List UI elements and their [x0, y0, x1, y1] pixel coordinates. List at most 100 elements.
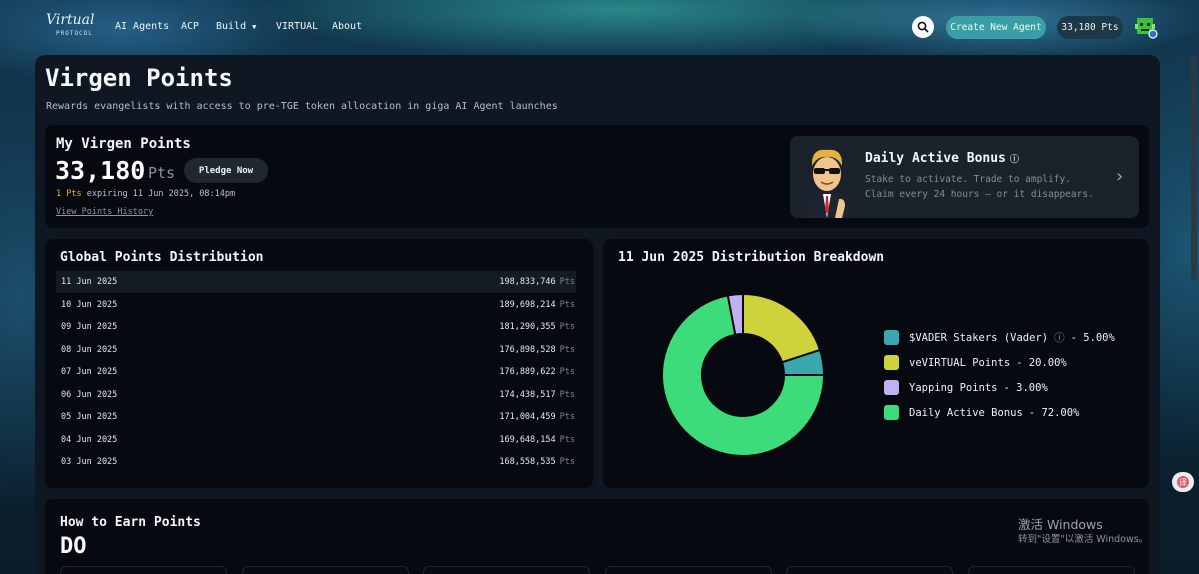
page-subtitle: Rewards evangelists with access to pre-T… — [46, 101, 558, 112]
nav-build[interactable]: Build ▼ — [216, 21, 256, 32]
windows-activation-hint: 转到"设置"以激活 Windows。 — [1018, 534, 1149, 545]
search-icon — [917, 21, 929, 33]
legend-percent: - 20.00% — [1016, 356, 1067, 369]
my-points-value: 33,180 — [55, 156, 146, 185]
earn-task-card[interactable] — [605, 566, 772, 574]
row-date: 11 Jun 2025 — [61, 277, 118, 287]
earn-task-card[interactable] — [423, 566, 590, 574]
distribution-row: 05 Jun 2025 171,004,459 Pts — [56, 406, 576, 428]
legend-label: veVIRTUAL Points — [909, 356, 1011, 369]
svg-text:译: 译 — [1179, 478, 1187, 487]
info-icon[interactable]: ⓘ — [1010, 155, 1019, 165]
nav-about[interactable]: About — [332, 21, 362, 32]
logo-script: Virtual — [46, 12, 95, 28]
page-title: Virgen Points — [45, 64, 233, 92]
row-points: 176,898,528 — [499, 344, 556, 355]
row-date: 10 Jun 2025 — [61, 299, 118, 310]
row-points: 169,648,154 — [499, 434, 556, 445]
daily-bonus-line-2: Claim every 24 hours — or it disappears. — [865, 189, 1094, 200]
distribution-row: 09 Jun 2025 181,290,355 Pts — [56, 316, 576, 338]
row-unit: Pts — [559, 457, 575, 467]
distribution-donut-chart — [661, 292, 826, 457]
points-expiry: 1 Pts expiring 11 Jun 2025, 08:14pm — [56, 189, 235, 199]
expiring-text: expiring 11 Jun 2025, 08:14pm — [86, 189, 236, 199]
legend-percent: - 72.00% — [1028, 406, 1080, 419]
row-value: 169,648,154 Pts — [499, 435, 575, 445]
page-scrollbar[interactable] — [1191, 55, 1197, 280]
info-icon[interactable]: ⓘ — [1054, 330, 1065, 345]
distribution-row: 11 Jun 2025 198,833,746 Pts — [56, 271, 576, 293]
do-heading: DO — [60, 534, 87, 559]
user-avatar[interactable] — [1134, 15, 1158, 39]
row-value: 174,438,517 Pts — [499, 390, 575, 400]
row-points: 168,558,535 — [499, 457, 556, 467]
floating-translate-icon[interactable]: 译 — [1172, 472, 1194, 492]
row-value: 198,833,746 Pts — [499, 277, 575, 287]
distribution-row: 08 Jun 2025 176,898,528 Pts — [56, 339, 576, 361]
row-points: 171,004,459 — [499, 412, 556, 422]
legend-percent: - 5.00% — [1070, 331, 1115, 344]
search-button[interactable] — [912, 16, 934, 38]
legend-swatch — [884, 405, 899, 420]
row-points: 198,833,746 — [499, 277, 556, 287]
daily-active-bonus-title: Daily Active Bonus ⓘ — [865, 151, 1019, 166]
earn-task-card[interactable] — [968, 566, 1135, 574]
legend-label: Yapping Points — [909, 381, 998, 394]
daily-active-bonus-label: Daily Active Bonus — [865, 151, 1006, 166]
distribution-row: 04 Jun 2025 169,648,154 Pts — [56, 429, 576, 451]
row-points: 181,290,355 — [499, 322, 556, 332]
chevron-down-icon: ▼ — [252, 23, 257, 31]
legend-percent: - 3.00% — [1003, 381, 1048, 394]
row-date: 04 Jun 2025 — [61, 434, 118, 445]
donut-slice-vevirtual-points[interactable] — [742, 292, 822, 364]
earn-task-card[interactable] — [60, 566, 227, 574]
view-points-history-link[interactable]: View Points History — [56, 207, 153, 217]
nav-build-label: Build — [216, 21, 247, 32]
legend-item: Daily Active Bonus - 72.00% — [884, 405, 1079, 420]
row-unit: Pts — [559, 277, 575, 287]
legend-swatch — [884, 380, 899, 395]
distribution-row: 06 Jun 2025 174,438,517 Pts — [56, 384, 576, 406]
row-date: 06 Jun 2025 — [61, 389, 118, 400]
legend-item: Yapping Points - 3.00% — [884, 380, 1048, 395]
legend-item: $VADER Stakers (Vader) ⓘ - 5.00% — [884, 330, 1115, 345]
distribution-row: 10 Jun 2025 189,698,214 Pts — [56, 294, 576, 316]
row-value: 171,004,459 Pts — [499, 412, 575, 422]
legend-label: $VADER Stakers (Vader) — [909, 331, 1049, 344]
row-date: 07 Jun 2025 — [61, 367, 118, 377]
breakdown-title: 11 Jun 2025 Distribution Breakdown — [618, 250, 885, 265]
nav-virtual[interactable]: VIRTUAL — [276, 21, 318, 32]
how-to-earn-title: How to Earn Points — [60, 515, 201, 530]
nav-ai-agents[interactable]: AI Agents — [115, 21, 169, 32]
logo-subtitle: PROTOCOL — [56, 30, 93, 37]
row-unit: Pts — [559, 299, 575, 310]
row-unit: Pts — [559, 434, 575, 445]
earn-task-card[interactable] — [786, 566, 953, 574]
row-date: 09 Jun 2025 — [61, 322, 118, 332]
nav-acp[interactable]: ACP — [181, 21, 199, 32]
how-to-earn-card — [45, 499, 1149, 574]
earn-task-card[interactable] — [242, 566, 409, 574]
points-balance-button[interactable]: 33,180 Pts — [1057, 16, 1123, 39]
create-new-agent-button[interactable]: Create New Agent — [946, 16, 1046, 39]
daily-bonus-line-1: Stake to activate. Trade to amplify. — [865, 174, 1071, 185]
legend-swatch — [884, 355, 899, 370]
row-unit: Pts — [559, 412, 575, 422]
row-points: 174,438,517 — [499, 389, 556, 400]
row-points: 189,698,214 — [499, 299, 556, 310]
virtuals-logo[interactable]: Virtual PROTOCOL — [40, 12, 98, 40]
row-unit: Pts — [559, 322, 575, 332]
legend-item: veVIRTUAL Points - 20.00% — [884, 355, 1067, 370]
distribution-row: 07 Jun 2025 176,889,622 Pts — [56, 361, 576, 383]
row-value: 176,898,528 Pts — [499, 345, 575, 355]
translate-icon: 译 — [1177, 476, 1189, 488]
pledge-now-button[interactable]: Pledge Now — [184, 158, 268, 183]
row-unit: Pts — [559, 389, 575, 400]
row-value: 189,698,214 Pts — [499, 300, 575, 310]
row-value: 168,558,535 Pts — [499, 457, 575, 467]
chevron-right-icon[interactable]: › — [1114, 166, 1125, 187]
distribution-row: 03 Jun 2025 168,558,535 Pts — [56, 451, 576, 473]
row-date: 03 Jun 2025 — [61, 457, 118, 467]
top-navbar: Virtual PROTOCOL AI Agents ACP Build ▼ VI… — [0, 0, 1199, 54]
row-unit: Pts — [559, 367, 575, 377]
